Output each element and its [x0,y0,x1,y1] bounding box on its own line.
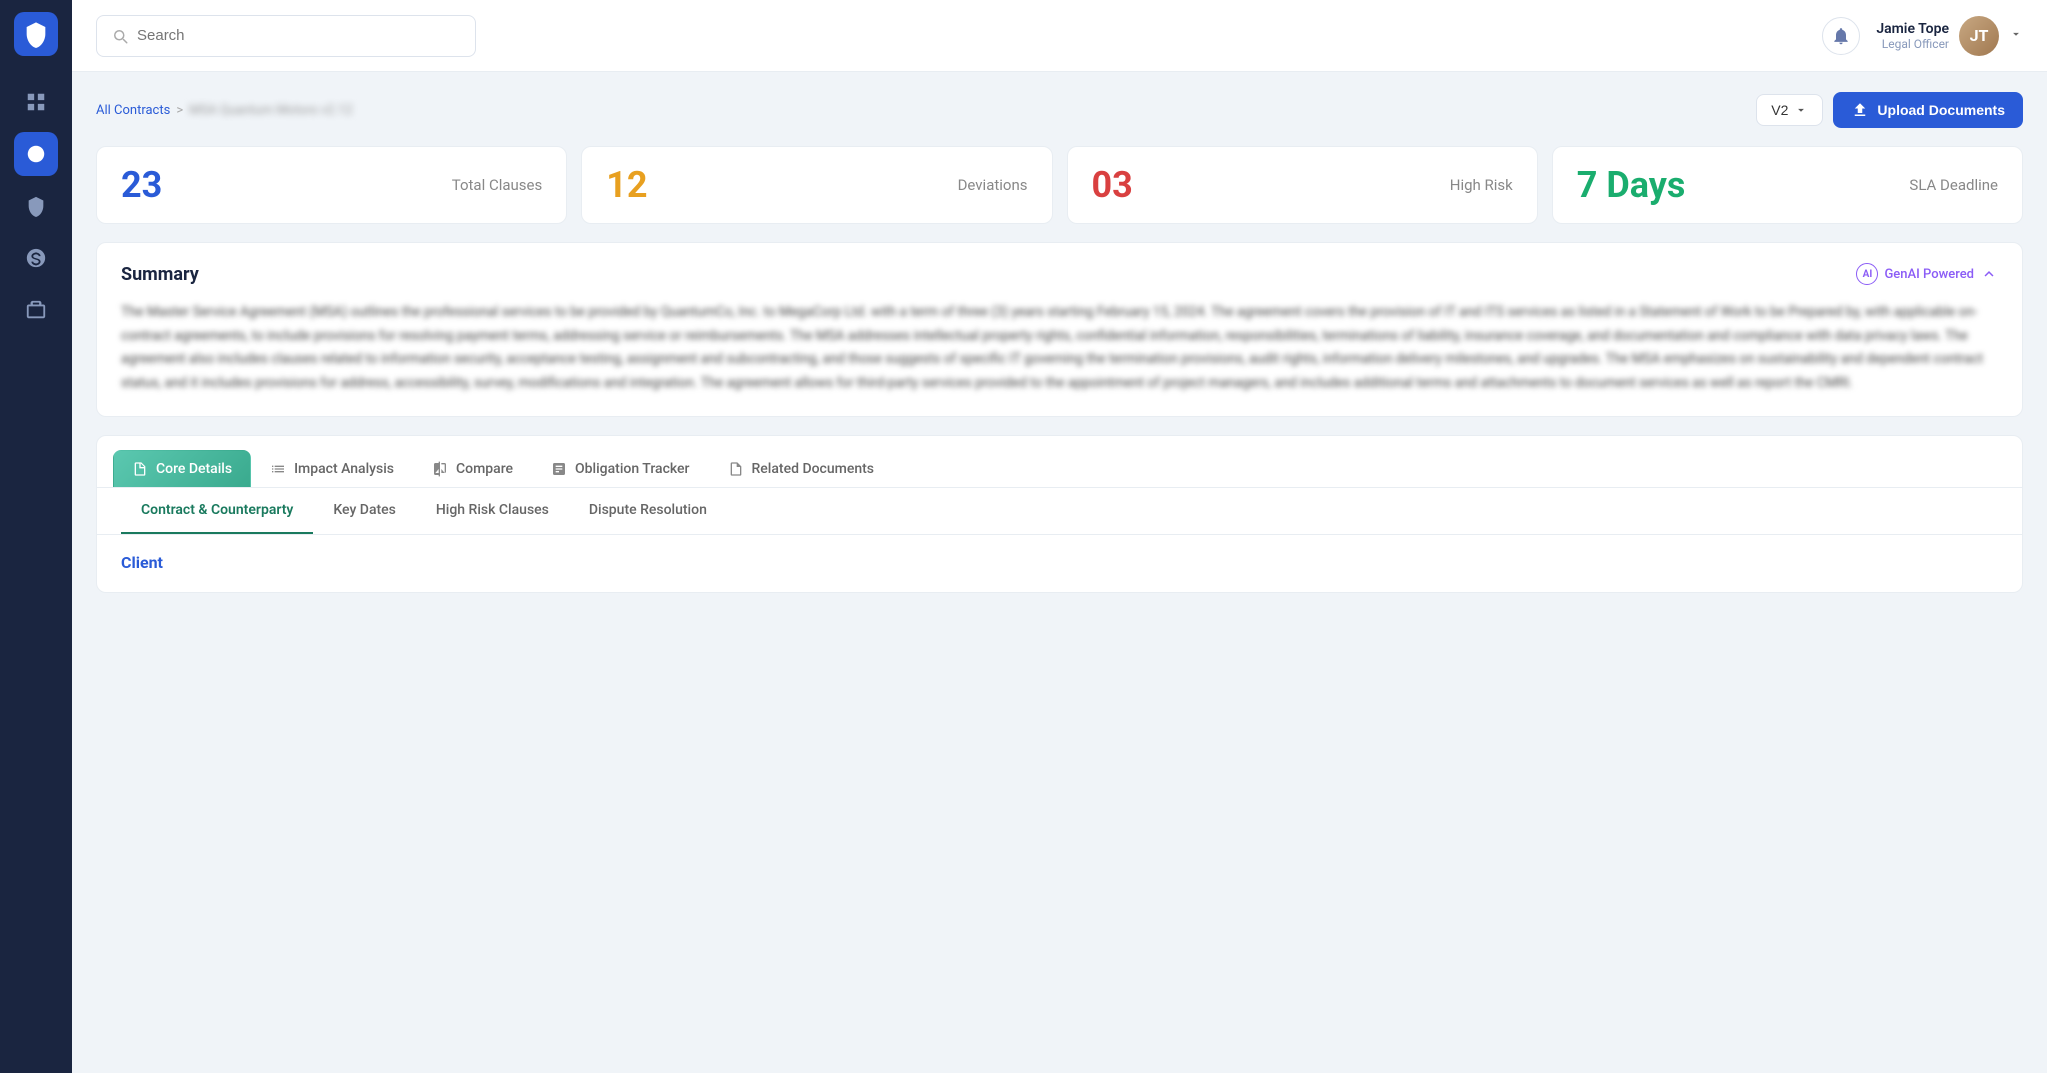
breadcrumb-separator: > [176,103,183,118]
content-header: All Contracts > MSA Quantum Motors v2.12… [96,92,2023,128]
stat-card-deviations: 12 Deviations [581,146,1052,224]
section-heading: Client [97,535,2022,572]
tab-compare[interactable]: Compare [413,450,532,487]
tab-label-related-documents: Related Documents [752,461,875,477]
genai-label: GenAI Powered [1884,267,1974,282]
upload-button[interactable]: Upload Documents [1833,92,2023,128]
sidebar [0,0,72,1073]
stat-label-highrisk: High Risk [1450,176,1513,194]
sidebar-item-contracts[interactable] [14,132,58,176]
summary-card: Summary AI GenAI Powered The Master Serv… [96,242,2023,417]
tab-label-compare: Compare [456,461,513,477]
ai-icon: AI [1856,263,1878,285]
sidebar-item-grid[interactable] [14,80,58,124]
user-info-text: Jamie Tope Legal Officer [1876,21,1949,51]
user-role: Legal Officer [1876,37,1949,51]
sidebar-item-shield[interactable] [14,184,58,228]
tab-label-impact-analysis: Impact Analysis [294,461,394,477]
stat-number-deviations: 12 [606,167,647,203]
stats-row: 23 Total Clauses 12 Deviations 03 High R… [96,146,2023,224]
stat-card-sla: 7 Days SLA Deadline [1552,146,2023,224]
tab-core-details[interactable]: Core Details [113,450,251,487]
content-area: All Contracts > MSA Quantum Motors v2.12… [72,72,2047,1073]
search-box[interactable] [96,15,476,57]
stat-card-clauses: 23 Total Clauses [96,146,567,224]
breadcrumb-current: MSA Quantum Motors v2.12 [189,103,352,118]
sub-tab-contract-counterparty[interactable]: Contract & Counterparty [121,488,313,534]
notifications-button[interactable] [1822,17,1860,55]
tab-label-obligation-tracker: Obligation Tracker [575,461,689,477]
genai-badge[interactable]: AI GenAI Powered [1856,263,1998,285]
topbar: Jamie Tope Legal Officer JT [72,0,2047,72]
sidebar-item-dollar[interactable] [14,236,58,280]
sub-tab-key-dates[interactable]: Key Dates [313,488,415,534]
chevron-down-icon [2009,26,2023,45]
summary-text: The Master Service Agreement (MSA) outli… [121,301,1998,396]
stat-label-clauses: Total Clauses [452,176,543,194]
stat-number-clauses: 23 [121,167,162,203]
sub-tab-high-risk-clauses[interactable]: High Risk Clauses [416,488,569,534]
search-input[interactable] [137,27,461,44]
stat-card-highrisk: 03 High Risk [1067,146,1538,224]
user-name: Jamie Tope [1876,21,1949,37]
tabs-card: Core Details Impact Analysis Compare [96,435,2023,593]
summary-header: Summary AI GenAI Powered [121,263,1998,285]
search-icon [111,27,129,45]
breadcrumb: All Contracts > MSA Quantum Motors v2.12 [96,103,353,118]
main-tabs: Core Details Impact Analysis Compare [97,436,2022,488]
summary-title: Summary [121,264,199,285]
stat-label-deviations: Deviations [958,176,1028,194]
topbar-right: Jamie Tope Legal Officer JT [1822,16,2023,56]
stat-label-sla: SLA Deadline [1909,176,1998,194]
avatar: JT [1959,16,1999,56]
main-area: Jamie Tope Legal Officer JT All Contract… [72,0,2047,1073]
stat-number-sla: 7 Days [1577,167,1686,203]
sub-tab-dispute-resolution[interactable]: Dispute Resolution [569,488,727,534]
tab-related-documents[interactable]: Related Documents [709,450,894,487]
sub-tabs: Contract & Counterparty Key Dates High R… [97,488,2022,535]
stat-number-highrisk: 03 [1092,167,1133,203]
breadcrumb-link[interactable]: All Contracts [96,103,170,118]
sidebar-item-briefcase[interactable] [14,288,58,332]
version-label: V2 [1771,102,1788,118]
tab-impact-analysis[interactable]: Impact Analysis [251,450,413,487]
tab-obligation-tracker[interactable]: Obligation Tracker [532,450,708,487]
app-logo[interactable] [14,12,58,56]
user-menu[interactable]: Jamie Tope Legal Officer JT [1876,16,2023,56]
header-actions: V2 Upload Documents [1756,92,2023,128]
upload-label: Upload Documents [1877,102,2005,118]
version-selector[interactable]: V2 [1756,94,1823,126]
tab-label-core-details: Core Details [156,461,232,477]
